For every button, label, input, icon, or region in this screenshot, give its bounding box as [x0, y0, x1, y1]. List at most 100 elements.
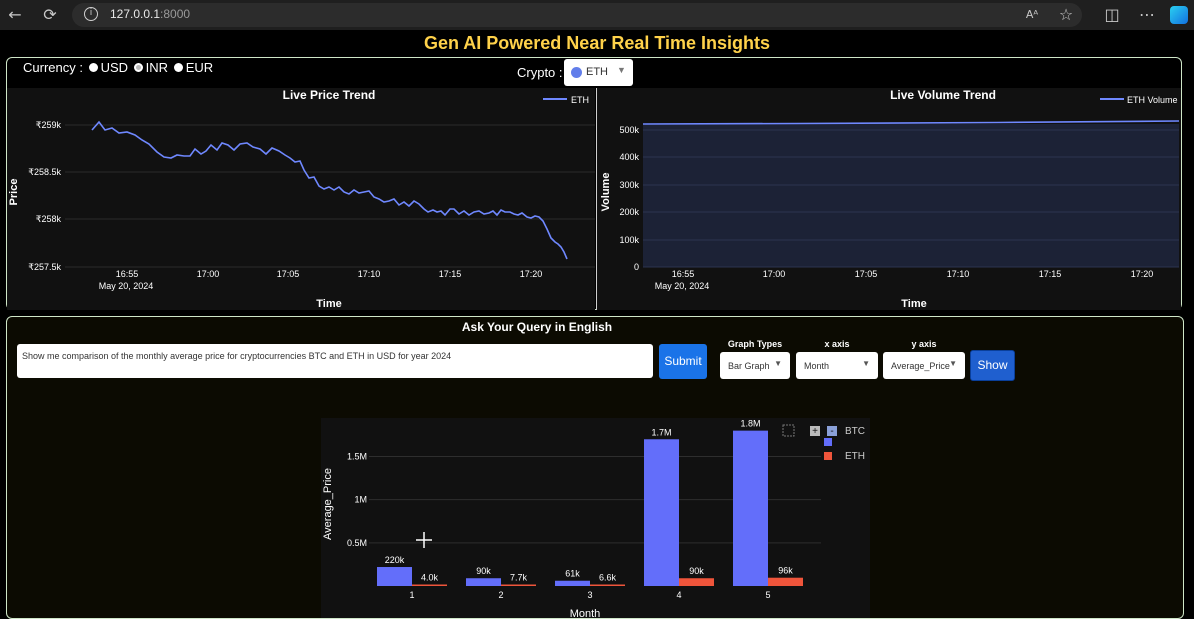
bar-chart-bg — [321, 418, 870, 618]
crypto-label: Crypto : — [517, 65, 563, 80]
volume-legend-label[interactable]: ETH Volume — [1127, 95, 1178, 105]
price-y-tick: ₹258k — [36, 214, 62, 224]
query-title: Ask Your Query in English — [461, 320, 613, 334]
y-axis-value: Average_Price — [891, 361, 950, 371]
app-title: Gen AI Powered Near Real Time Insights — [423, 33, 771, 53]
graph-types-label: Graph Types — [727, 339, 783, 349]
price-x-tick: 17:20 — [520, 269, 543, 279]
radio-inr-label[interactable]: INR — [146, 60, 168, 75]
favorite-star-icon[interactable]: ☆ — [1056, 5, 1076, 25]
chevron-down-icon: ▼ — [862, 359, 870, 368]
volume-y-tick: 400k — [619, 152, 639, 162]
bar-eth-3[interactable] — [590, 584, 625, 587]
live-charts-panel: Currency : USD INR EUR Crypto : ETH ▼ Li… — [6, 57, 1182, 310]
bar-eth-1[interactable] — [412, 584, 447, 587]
more-menu-icon[interactable]: ⋯ — [1137, 5, 1157, 25]
x-axis-dropdown[interactable]: Month ▼ — [796, 352, 878, 379]
read-aloud-icon[interactable]: Aᴬ — [1022, 5, 1042, 25]
zoom-in-glyph: + — [812, 426, 818, 437]
volume-x-tick: 17:10 — [947, 269, 970, 279]
chevron-down-icon: ▼ — [949, 359, 957, 368]
radio-inr[interactable] — [133, 63, 143, 72]
split-screen-icon[interactable]: ◫ — [1102, 5, 1122, 25]
chevron-down-icon: ▼ — [617, 65, 626, 75]
refresh-icon[interactable]: ⟳ — [40, 5, 60, 25]
volume-chart-title: Live Volume Trend — [890, 88, 996, 102]
price-y-label: Price — [8, 179, 20, 206]
price-x-tick: 16:55 — [116, 269, 139, 279]
price-legend-label[interactable]: ETH — [571, 95, 589, 105]
legend-swatch-eth — [824, 452, 832, 460]
legend-label-eth[interactable]: ETH — [845, 451, 865, 462]
bar-data-label: 6.6k — [599, 573, 617, 583]
back-icon[interactable]: ← — [5, 5, 25, 25]
price-x-tick: 17:00 — [197, 269, 220, 279]
price-x-tick: 17:10 — [358, 269, 381, 279]
bar-data-label: 220k — [385, 555, 405, 565]
bar-y-label: Average_Price — [322, 468, 334, 540]
legend-label-btc[interactable]: BTC — [845, 426, 865, 437]
price-date-label: May 20, 2024 — [99, 281, 154, 291]
bar-eth-4[interactable] — [679, 578, 714, 586]
price-chart[interactable]: Live Price Trend ETH ₹259k ₹258.5k ₹258k ₹2… — [7, 88, 595, 310]
bar-eth-5[interactable] — [768, 577, 803, 586]
graph-type-dropdown[interactable]: Bar Graph ▼ — [720, 352, 790, 379]
show-button[interactable]: Show — [970, 350, 1015, 381]
radio-eur-label[interactable]: EUR — [186, 60, 213, 75]
bar-eth-2[interactable] — [501, 584, 536, 587]
crypto-dropdown[interactable]: ETH ▼ — [564, 59, 633, 86]
bar-data-label: 1.8M — [740, 419, 760, 429]
price-x-tick: 17:05 — [277, 269, 300, 279]
radio-usd[interactable] — [88, 63, 98, 72]
price-chart-title: Live Price Trend — [283, 88, 376, 102]
submit-button[interactable]: Submit — [659, 344, 707, 379]
bar-x-tick: 4 — [676, 590, 681, 600]
crypto-value: ETH — [586, 66, 608, 78]
volume-area — [643, 124, 1179, 267]
url-port: :8000 — [160, 7, 191, 21]
query-input[interactable]: Show me comparison of the monthly averag… — [17, 344, 653, 378]
radio-usd-label[interactable]: USD — [101, 60, 128, 75]
bar-data-label: 1.7M — [651, 427, 671, 437]
bar-y-tick: 1M — [354, 495, 367, 505]
volume-y-tick: 300k — [619, 180, 639, 190]
volume-y-tick: 500k — [619, 125, 639, 135]
bar-x-tick: 3 — [587, 590, 592, 600]
bar-btc-3[interactable] — [555, 580, 590, 586]
bar-btc-2[interactable] — [466, 578, 501, 586]
volume-x-tick: 17:15 — [1039, 269, 1062, 279]
copilot-icon[interactable] — [1170, 6, 1188, 24]
zoom-out-glyph: - — [830, 426, 833, 437]
bar-data-label: 90k — [689, 566, 704, 576]
volume-y-tick: 100k — [619, 235, 639, 245]
price-chart-bg — [7, 88, 595, 310]
volume-chart[interactable]: Live Volume Trend ETH Volume 500k 400k 300… — [597, 88, 1181, 310]
y-axis-dropdown[interactable]: Average_Price ▼ — [883, 352, 965, 379]
volume-x-tick: 17:20 — [1131, 269, 1154, 279]
bar-x-tick: 5 — [765, 590, 770, 600]
url-text: 127.0.0.1:8000 — [110, 7, 190, 21]
bar-btc-5[interactable] — [733, 430, 768, 586]
address-bar[interactable]: i 127.0.0.1:8000 Aᴬ ☆ — [72, 3, 1082, 27]
bar-btc-1[interactable] — [377, 567, 412, 586]
price-y-tick: ₹257.5k — [28, 262, 61, 272]
x-axis-label: x axis — [824, 339, 850, 349]
bar-btc-4[interactable] — [644, 439, 679, 586]
price-y-tick: ₹258.5k — [28, 167, 61, 177]
bar-x-tick: 1 — [409, 590, 414, 600]
bar-data-label: 90k — [476, 566, 491, 576]
comparison-bar-chart[interactable]: 0.5M 1M 1.5M 220k 4.0k 90k 7.7k 61k 6.6k 1.7M 90k… — [321, 418, 870, 618]
volume-y-tick: 200k — [619, 207, 639, 217]
volume-date-label: May 20, 2024 — [655, 281, 710, 291]
browser-toolbar: ← ⟳ i 127.0.0.1:8000 Aᴬ ☆ ◫ ⋯ — [0, 0, 1194, 30]
currency-radio-group: Currency : USD INR EUR — [23, 60, 213, 75]
y-axis-label: y axis — [911, 339, 937, 349]
volume-x-label: Time — [901, 298, 926, 310]
radio-eur[interactable] — [173, 63, 183, 72]
bar-y-tick: 0.5M — [347, 538, 367, 548]
app-page: Gen AI Powered Near Real Time Insights C… — [0, 30, 1194, 619]
price-x-tick: 17:15 — [439, 269, 462, 279]
x-axis-value: Month — [804, 361, 830, 371]
volume-x-tick: 17:05 — [855, 269, 878, 279]
site-info-icon[interactable]: i — [84, 7, 98, 21]
